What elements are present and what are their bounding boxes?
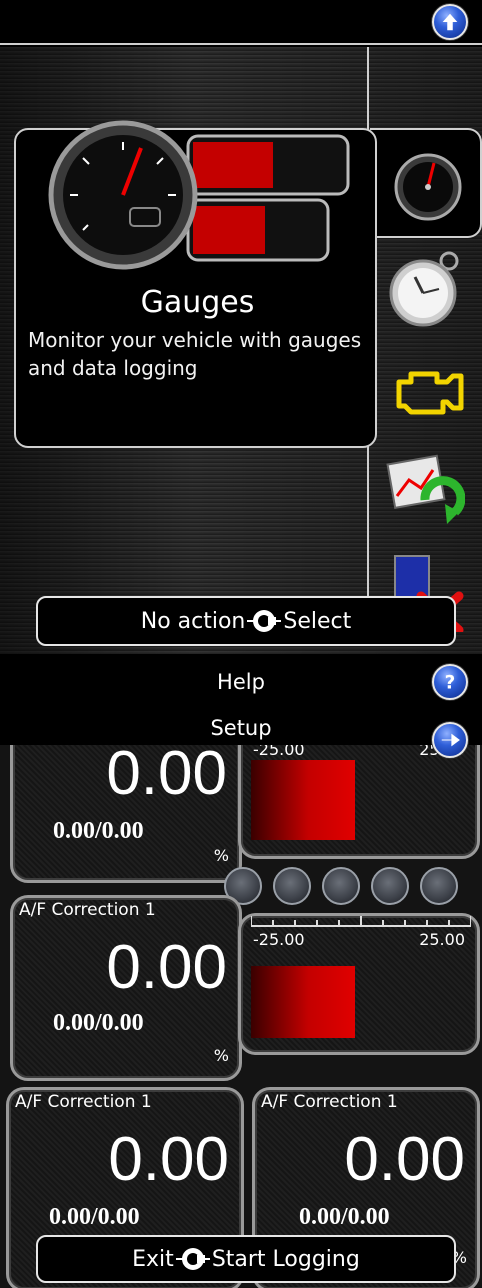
select-label[interactable]: Select	[283, 609, 351, 634]
tile-minmax: 0.00/0.00	[299, 1204, 390, 1230]
gauge-illustration	[48, 120, 350, 270]
dashboard-action-bar[interactable]: Exit Start Logging	[36, 1235, 456, 1283]
select-knob-icon	[247, 610, 282, 632]
start-logging-label[interactable]: Start Logging	[212, 1247, 360, 1272]
diagnostics-menu-item[interactable]	[386, 350, 470, 434]
page-knob-2[interactable]	[273, 867, 311, 905]
question-icon: ?	[445, 672, 456, 693]
select-knob-icon	[175, 1248, 210, 1270]
scroll-up-button[interactable]	[432, 4, 468, 40]
performance-timer-menu-item[interactable]	[383, 247, 467, 331]
value-tile-top[interactable]: 0.00 0.00/0.00 %	[10, 745, 242, 883]
bar-fill	[251, 760, 355, 840]
arrow-up-icon	[442, 13, 458, 31]
gauges-menu-item[interactable]	[386, 145, 470, 229]
main-menu-screen: Gauges Monitor your vehicle with gauges …	[0, 0, 482, 654]
tile-minmax: 0.00/0.00	[53, 1010, 144, 1036]
tile-value: 0.00	[108, 1125, 229, 1194]
feature-title: Gauges	[140, 285, 255, 320]
tile-value: 0.00	[106, 933, 227, 1002]
top-bar	[0, 0, 482, 45]
svg-text:?: ?	[445, 672, 456, 693]
page-knob-row	[224, 865, 474, 909]
tune-update-menu-item[interactable]	[383, 452, 467, 536]
page-knob-4[interactable]	[371, 867, 409, 905]
tuning-update-icon	[386, 454, 465, 524]
tile-minmax: 0.00/0.00	[49, 1204, 140, 1230]
gauge-dashboard: 0.00 0.00/0.00 % -25.00 25.00 A/F Correc…	[0, 745, 482, 1288]
bar-gauge-mid[interactable]: -25.00 25.00	[238, 913, 480, 1055]
feature-description: Monitor your vehicle with gauges and dat…	[28, 328, 362, 380]
page-knob-5[interactable]	[420, 867, 458, 905]
tile-unit: %	[213, 846, 229, 865]
setup-menu-item[interactable]: Setup	[0, 716, 482, 740]
bar-min-label: -25.00	[253, 930, 305, 949]
bar-max-label: 25.00	[419, 930, 465, 949]
tile-unit: %	[213, 1046, 229, 1065]
next-page-button[interactable]	[432, 722, 468, 758]
tile-label: A/F Correction 1	[19, 900, 156, 920]
bar-fill	[251, 966, 355, 1038]
tile-value: 0.00	[106, 745, 227, 808]
page-knob-3[interactable]	[322, 867, 360, 905]
help-button[interactable]: ?	[432, 664, 468, 700]
menu-action-bar[interactable]: No action Select	[36, 596, 456, 646]
no-action-label[interactable]: No action	[141, 609, 246, 634]
exit-label[interactable]: Exit	[132, 1247, 174, 1272]
tile-minmax: 0.00/0.00	[53, 818, 144, 844]
bar-gauge-top[interactable]: -25.00 25.00	[238, 745, 480, 859]
feature-card[interactable]: Gauges Monitor your vehicle with gauges …	[14, 120, 377, 448]
gauge-icon	[394, 153, 462, 221]
arrow-right-icon	[441, 733, 460, 747]
check-engine-icon	[396, 371, 464, 415]
tile-label: A/F Correction 1	[15, 1092, 152, 1112]
tile-label: A/F Correction 1	[261, 1092, 398, 1112]
help-menu-item[interactable]: Help	[0, 670, 482, 694]
value-tile-mid[interactable]: A/F Correction 1 0.00 0.00/0.00 %	[10, 895, 242, 1081]
stopwatch-icon	[389, 251, 459, 327]
bar-min-label: -25.00	[253, 745, 305, 759]
bar-tick-scale	[251, 916, 471, 927]
tile-value: 0.00	[344, 1125, 465, 1194]
